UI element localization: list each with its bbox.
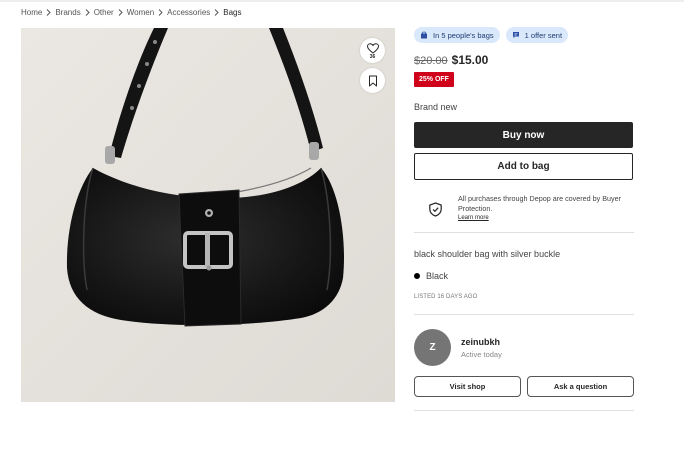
- add-to-bag-button[interactable]: Add to bag: [414, 153, 633, 180]
- protection-text: All purchases through Depop are covered …: [458, 194, 622, 213]
- seller-activity-status: Active today: [461, 349, 502, 359]
- buyer-protection: All purchases through Depop are covered …: [429, 194, 634, 223]
- breadcrumb: Home Brands Other Women Accessories Bags: [21, 8, 242, 17]
- listed-date: LISTED 16 DAYS AGO: [414, 294, 478, 300]
- learn-more-link[interactable]: Learn more: [458, 214, 634, 223]
- product-info-panel: In 5 people's bags 1 offer sent $20.00 $…: [414, 27, 634, 411]
- chevron-right-icon: [46, 9, 52, 16]
- social-proof-badges: In 5 people's bags 1 offer sent: [414, 27, 634, 43]
- discount-badge: 25% OFF: [414, 72, 454, 87]
- original-price: $20.00: [414, 55, 448, 67]
- breadcrumb-other[interactable]: Other: [94, 8, 114, 17]
- divider: [414, 410, 634, 411]
- chevron-right-icon: [158, 9, 163, 16]
- like-button[interactable]: 36: [360, 38, 385, 63]
- avatar[interactable]: Z: [414, 329, 451, 366]
- buy-now-button[interactable]: Buy now: [414, 122, 633, 148]
- visit-shop-button[interactable]: Visit shop: [414, 376, 521, 397]
- breadcrumb-home[interactable]: Home: [21, 8, 42, 17]
- color-swatch: [414, 273, 420, 279]
- ask-question-button[interactable]: Ask a question: [527, 376, 634, 397]
- divider: [414, 314, 634, 315]
- product-description: black shoulder bag with silver buckle: [414, 249, 561, 259]
- breadcrumb-brands[interactable]: Brands: [55, 8, 80, 17]
- color-attribute: Black: [414, 271, 634, 281]
- like-count: 36: [369, 53, 376, 60]
- save-button[interactable]: [360, 68, 385, 93]
- chevron-right-icon: [214, 9, 219, 16]
- top-border: [0, 0, 684, 2]
- shopping-bag-icon: [421, 31, 427, 39]
- price-block: $20.00 $15.00: [414, 53, 634, 67]
- seller-card[interactable]: Z zeinubkh Active today: [414, 329, 634, 366]
- breadcrumb-bags: Bags: [223, 8, 242, 17]
- heart-icon: [366, 42, 379, 54]
- seller-actions: Visit shop Ask a question: [414, 376, 634, 397]
- chevron-right-icon: [85, 9, 90, 16]
- chevron-right-icon: [118, 9, 123, 16]
- color-name: Black: [426, 271, 449, 281]
- offers-badge: 1 offer sent: [505, 27, 569, 43]
- breadcrumb-women[interactable]: Women: [127, 8, 154, 17]
- bags-count-text: In 5 people's bags: [433, 30, 494, 40]
- offers-text: 1 offer sent: [524, 30, 563, 40]
- shoulder-bag-photo: [21, 28, 395, 402]
- shield-check-icon: [429, 202, 442, 217]
- seller-username[interactable]: zeinubkh: [461, 337, 502, 347]
- chat-bubble-icon: [512, 32, 519, 38]
- bags-count-badge: In 5 people's bags: [414, 27, 500, 43]
- item-condition: Brand new: [414, 102, 458, 112]
- current-price: $15.00: [451, 53, 489, 67]
- product-image[interactable]: [21, 28, 395, 402]
- divider: [414, 232, 634, 233]
- breadcrumb-accessories[interactable]: Accessories: [167, 8, 210, 17]
- bookmark-icon: [368, 75, 377, 86]
